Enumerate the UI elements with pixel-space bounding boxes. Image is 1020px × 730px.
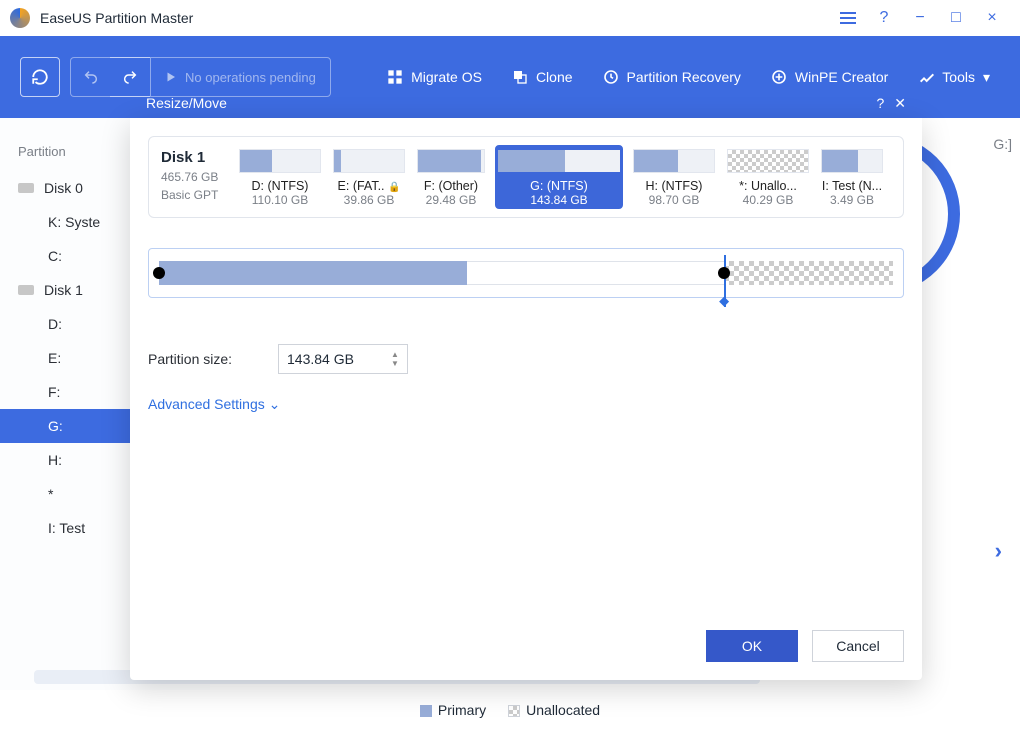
maximize-button[interactable]: □ xyxy=(938,0,974,36)
cancel-button[interactable]: Cancel xyxy=(812,630,904,662)
partition-card-D[interactable]: D: (NTFS) 110.10 GB xyxy=(237,145,323,209)
dialog-title: Resize/Move xyxy=(146,95,227,111)
resize-slider[interactable]: ◆ xyxy=(148,248,904,298)
slider-used-region xyxy=(159,261,467,285)
chevron-down-icon: ▾ xyxy=(983,69,990,86)
partition-card-F[interactable]: F: (Other) 29.48 GB xyxy=(415,145,487,209)
resize-move-dialog: Disk 1 465.76 GB Basic GPT D: (NTFS) 110… xyxy=(130,118,922,680)
legend-bar: Primary Unallocated xyxy=(0,690,1020,730)
partition-size-field: Partition size: 143.84 GB ▲▼ xyxy=(148,344,904,374)
disk-name: Disk 1 xyxy=(161,149,225,166)
partial-text: G:] xyxy=(993,136,1012,152)
partition-card-unalloc[interactable]: *: Unallo... 40.29 GB xyxy=(725,145,811,209)
slider-marker-icon: ◆ xyxy=(719,293,729,309)
clone-button[interactable]: Clone xyxy=(502,63,583,91)
slider-unallocated-region xyxy=(724,261,893,285)
legend-unallocated: Unallocated xyxy=(508,702,600,718)
chevron-down-icon: ⌄ xyxy=(269,396,281,412)
legend-primary: Primary xyxy=(420,702,486,718)
disk-icon xyxy=(18,285,34,295)
disk-partition-row: Disk 1 465.76 GB Basic GPT D: (NTFS) 110… xyxy=(148,136,904,218)
dialog-help-button[interactable]: ? xyxy=(876,95,884,112)
partition-recovery-button[interactable]: Partition Recovery xyxy=(593,63,751,91)
window-titlebar: EaseUS Partition Master ? − □ × xyxy=(0,0,1020,36)
disk-size: 465.76 GB xyxy=(161,170,225,184)
app-logo xyxy=(10,8,30,28)
help-button[interactable]: ? xyxy=(866,0,902,36)
winpe-creator-button[interactable]: WinPE Creator xyxy=(761,63,898,91)
command-bar: No operations pending Migrate OS Clone P… xyxy=(0,36,1020,118)
partition-card-G[interactable]: G: (NTFS) 143.84 GB xyxy=(495,145,623,209)
partition-card-I[interactable]: I: Test (N... 3.49 GB xyxy=(819,145,885,209)
refresh-button[interactable] xyxy=(20,57,60,97)
disk-scheme: Basic GPT xyxy=(161,188,225,202)
ok-button[interactable]: OK xyxy=(706,630,798,662)
slider-handle-left[interactable] xyxy=(153,267,165,279)
disk-icon xyxy=(18,183,34,193)
stepper-icon[interactable]: ▲▼ xyxy=(391,347,403,371)
close-button[interactable]: × xyxy=(974,0,1010,36)
slider-handle-right[interactable] xyxy=(718,267,730,279)
partition-card-H[interactable]: H: (NTFS) 98.70 GB xyxy=(631,145,717,209)
advanced-settings-toggle[interactable]: Advanced Settings ⌄ xyxy=(148,396,904,413)
undo-button[interactable] xyxy=(70,57,110,97)
partition-size-input[interactable]: 143.84 GB ▲▼ xyxy=(278,344,408,374)
hamburger-menu-button[interactable] xyxy=(830,0,866,36)
lock-icon: 🔒 xyxy=(388,182,400,193)
expand-right-button[interactable]: › xyxy=(995,538,1002,564)
migrate-os-button[interactable]: Migrate OS xyxy=(377,63,492,91)
slider-free-region xyxy=(467,261,724,285)
window-title: EaseUS Partition Master xyxy=(40,10,193,26)
dialog-close-button[interactable]: ✕ xyxy=(894,95,906,112)
dialog-titlebar: Resize/Move ? ✕ xyxy=(130,88,922,118)
minimize-button[interactable]: − xyxy=(902,0,938,36)
pending-ops-label: No operations pending xyxy=(185,70,316,85)
partition-card-E[interactable]: E: (FAT.. 🔒 39.86 GB xyxy=(331,145,407,209)
disk-info: Disk 1 465.76 GB Basic GPT xyxy=(157,145,229,209)
tools-dropdown[interactable]: Tools ▾ xyxy=(908,63,1000,92)
partition-size-label: Partition size: xyxy=(148,351,258,367)
